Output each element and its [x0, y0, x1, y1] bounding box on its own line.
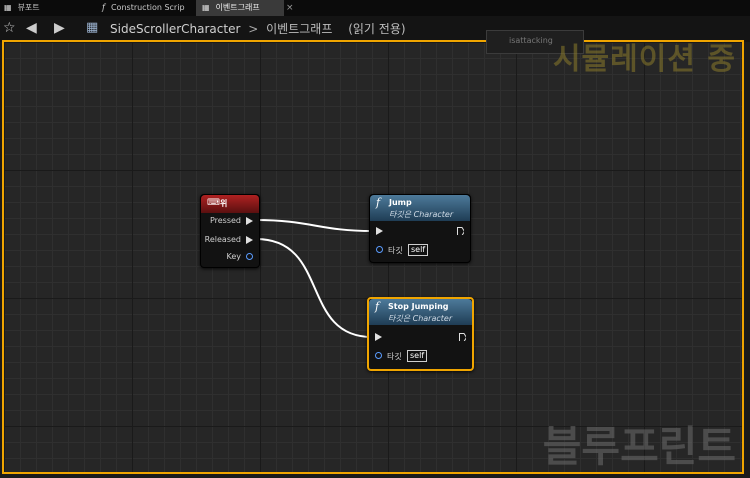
jump-node-header: f Jump 타깃은 Character	[370, 195, 470, 221]
exec-pin-released[interactable]	[246, 236, 253, 244]
pin-label-pressed: Pressed	[209, 216, 241, 225]
event-node-header: ⌨ 위	[201, 195, 259, 213]
key-pin[interactable]	[246, 253, 253, 260]
stop-jumping-node[interactable]: f Stop Jumping 타깃은 Character 타깃 self	[367, 297, 474, 371]
stop-jumping-node-subtitle: 타깃은 Character	[388, 314, 453, 323]
event-node-title: 위	[220, 199, 228, 208]
keyboard-icon: ⌨	[207, 198, 220, 208]
exec-wire-pressed	[255, 219, 373, 232]
jump-node-title: Jump	[389, 198, 412, 207]
exec-out-pin[interactable]	[459, 333, 466, 341]
stop-jumping-node-title: Stop Jumping	[388, 302, 449, 311]
input-event-node[interactable]: ⌨ 위 Pressed Released Key	[200, 194, 260, 268]
exec-pin-pressed[interactable]	[246, 217, 253, 225]
pin-label-key: Key	[226, 252, 241, 261]
target-pin[interactable]	[376, 246, 383, 253]
target-value[interactable]: self	[408, 244, 429, 256]
target-label: 타깃	[388, 246, 403, 255]
exec-wire-released	[255, 238, 373, 338]
exec-in-pin[interactable]	[376, 227, 383, 235]
pin-label-released: Released	[204, 235, 241, 244]
exec-out-pin[interactable]	[457, 227, 464, 235]
stop-jumping-node-header: f Stop Jumping 타깃은 Character	[369, 299, 472, 325]
function-icon: f	[376, 196, 381, 209]
function-icon: f	[375, 300, 380, 313]
blueprint-watermark: 블루프린트	[542, 422, 736, 471]
exec-in-pin[interactable]	[375, 333, 382, 341]
target-pin[interactable]	[375, 352, 382, 359]
jump-node[interactable]: f Jump 타깃은 Character 타깃 self	[369, 194, 471, 263]
target-label: 타깃	[387, 352, 402, 361]
jump-node-subtitle: 타깃은 Character	[389, 210, 454, 219]
target-value[interactable]: self	[407, 350, 428, 362]
